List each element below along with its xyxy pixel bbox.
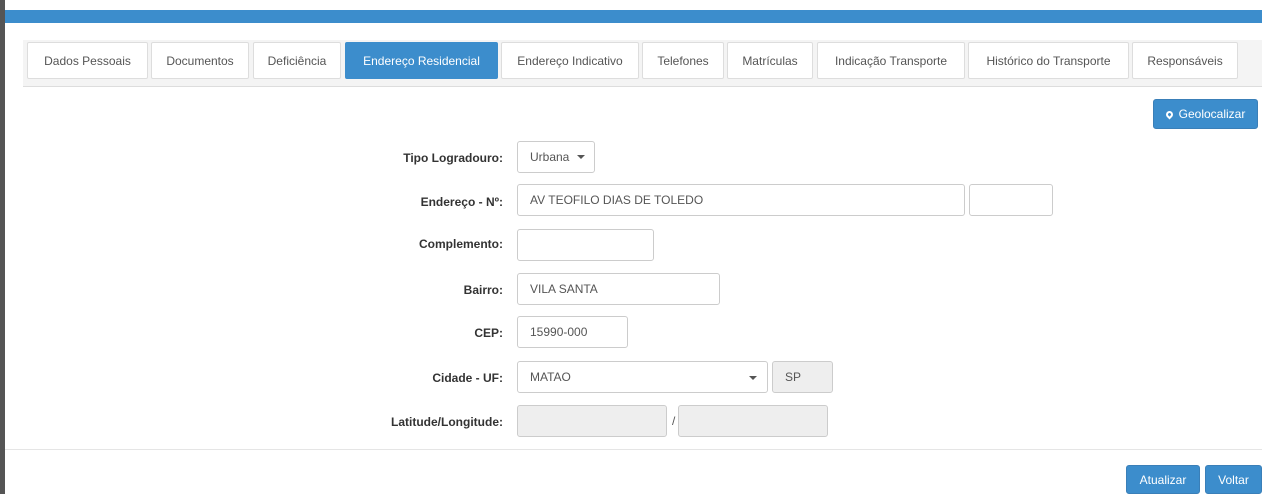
bairro-label: Bairro:: [463, 283, 503, 297]
geolocate-button[interactable]: Geolocalizar: [1153, 99, 1258, 129]
cidade-value: MATAO: [530, 370, 571, 384]
tab-matriculas[interactable]: Matrículas: [727, 42, 813, 79]
cep-label: CEP:: [474, 326, 503, 340]
map-marker-icon: [1164, 109, 1175, 119]
update-button[interactable]: Atualizar: [1126, 465, 1200, 494]
tipo-logradouro-value: Urbana: [530, 150, 570, 164]
longitude-input: [678, 405, 828, 437]
tipo-logradouro-select[interactable]: Urbana: [517, 141, 595, 173]
endereco-input[interactable]: AV TEOFILO DIAS DE TOLEDO: [517, 184, 965, 216]
back-button[interactable]: Voltar: [1205, 465, 1262, 494]
tab-indicacao-transporte[interactable]: Indicação Transporte: [817, 42, 965, 79]
tab-telefones[interactable]: Telefones: [642, 42, 724, 79]
caret-down-icon: [749, 376, 757, 380]
tab-endereco-residencial[interactable]: Endereço Residencial: [345, 42, 498, 79]
tab-historico-transporte[interactable]: Histórico do Transporte: [968, 42, 1129, 79]
tab-bar: Dados Pessoais Documentos Deficiência En…: [23, 40, 1262, 87]
uf-input: SP: [772, 361, 833, 393]
complemento-label: Complemento:: [419, 237, 503, 251]
numero-input[interactable]: [969, 184, 1053, 216]
tab-dados-pessoais[interactable]: Dados Pessoais: [27, 42, 148, 79]
caret-down-icon: [577, 155, 586, 159]
window-left-border: [0, 0, 5, 494]
cidade-uf-label: Cidade - UF:: [432, 371, 503, 385]
latitude-input: [517, 405, 667, 437]
lat-long-separator: /: [672, 414, 676, 428]
bairro-input[interactable]: VILA SANTA: [517, 273, 720, 305]
cep-input[interactable]: 15990-000: [517, 316, 628, 348]
tab-deficiencia[interactable]: Deficiência: [253, 42, 341, 79]
footer-divider: [5, 449, 1262, 450]
geolocate-label: Geolocalizar: [1178, 107, 1246, 121]
cidade-select[interactable]: MATAO: [517, 361, 768, 393]
tipo-logradouro-label: Tipo Logradouro:: [403, 151, 503, 165]
tab-endereco-indicativo[interactable]: Endereço Indicativo: [501, 42, 639, 79]
lat-long-label: Latitude/Longitude:: [391, 415, 503, 429]
tab-documentos[interactable]: Documentos: [151, 42, 249, 79]
tab-responsaveis[interactable]: Responsáveis: [1132, 42, 1238, 79]
header-bar: [5, 10, 1262, 23]
complemento-input[interactable]: [517, 229, 654, 261]
endereco-label: Endereço - Nº:: [420, 195, 503, 209]
